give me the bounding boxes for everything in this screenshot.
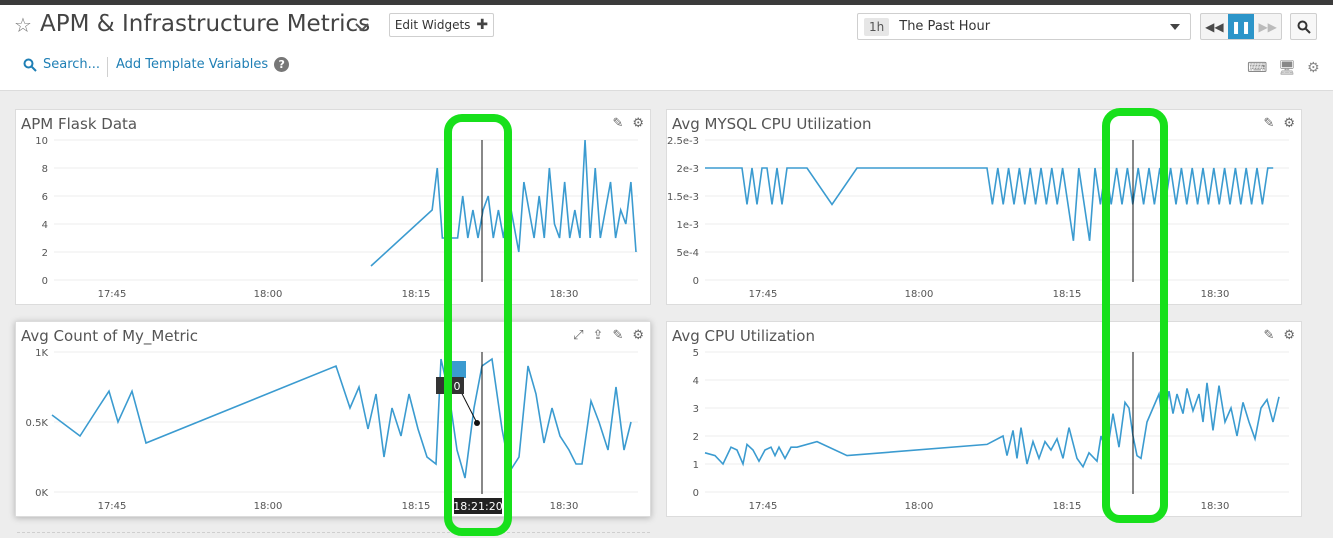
x-tick-label: 17:45 xyxy=(749,501,778,512)
playback-controls: ◀◀ ❚❚ ▶▶ xyxy=(1200,13,1282,40)
y-tick-label: 1 xyxy=(693,460,699,471)
x-tick-label: 18:30 xyxy=(550,289,579,300)
divider xyxy=(107,57,108,77)
add-template-variables-link[interactable]: Add Template Variables ? xyxy=(116,57,290,72)
y-tick-label: 6 xyxy=(42,192,48,203)
y-tick-label: 8 xyxy=(42,164,48,175)
cpu-util-chart: 0 1 2 3 4 5 17:45 18:00 18:15 18:30 xyxy=(693,348,1289,512)
widget-mysql-cpu: Avg MYSQL CPU Utilization ✎ ⚙ 0 5e-4 1e-3 1… xyxy=(666,109,1302,305)
x-tick-label: 18:15 xyxy=(1053,501,1082,512)
widget-my-metric: Avg Count of My_Metric ⤢ ⇪ ✎ ⚙ 0K 0.5K 1K 1… xyxy=(15,321,651,517)
y-tick-label: 2 xyxy=(42,248,48,259)
x-tick-label: 18:00 xyxy=(905,501,934,512)
x-tick-label: 18:00 xyxy=(254,289,283,300)
add-template-variables-label: Add Template Variables xyxy=(116,57,269,72)
x-tick-label: 18:30 xyxy=(1201,501,1230,512)
search-label: Search... xyxy=(43,57,101,72)
zoom-button[interactable] xyxy=(1290,13,1317,40)
x-tick-label: 18:00 xyxy=(905,289,934,300)
highlight-box-left xyxy=(444,114,512,536)
time-range-select[interactable]: 1h The Past Hour xyxy=(857,13,1191,40)
x-tick-label: 18:00 xyxy=(254,501,283,512)
pause-icon[interactable]: ❚❚ xyxy=(1227,14,1255,39)
highlight-box-right xyxy=(1102,108,1168,523)
y-tick-label: 1e-3 xyxy=(677,220,700,231)
y-tick-label: 0 xyxy=(42,276,48,287)
time-range-label: The Past Hour xyxy=(899,19,991,34)
y-tick-label: 0K xyxy=(35,488,48,499)
x-tick-label: 18:15 xyxy=(402,501,431,512)
apm-flask-chart: 0 2 4 6 8 10 17:45 18:00 18:15 18:30 xyxy=(35,136,638,300)
series-line xyxy=(705,167,1274,241)
y-tick-label: 1.5e-3 xyxy=(667,192,699,203)
chevron-down-icon[interactable] xyxy=(352,19,372,35)
y-tick-label: 3 xyxy=(693,404,699,415)
x-tick-label: 17:45 xyxy=(98,501,127,512)
caret-down-icon xyxy=(1170,23,1180,30)
rewind-icon[interactable]: ◀◀ xyxy=(1201,14,1228,39)
x-tick-label: 18:30 xyxy=(1201,289,1230,300)
edit-widgets-label: Edit Widgets xyxy=(394,18,471,32)
header-tools: ⌨ 🖥 ⚙ xyxy=(1247,60,1320,76)
x-tick-label: 18:15 xyxy=(402,289,431,300)
y-tick-label: 2e-3 xyxy=(677,164,700,175)
edit-widgets-button[interactable]: Edit Widgets ✚ xyxy=(389,13,494,37)
mysql-cpu-chart: 0 5e-4 1e-3 1.5e-3 2e-3 2.5e-3 17:45 18:00 18:15… xyxy=(667,136,1289,300)
help-icon[interactable]: ? xyxy=(274,57,290,72)
search-link[interactable]: Search... xyxy=(23,57,100,72)
search-icon xyxy=(23,58,37,72)
y-tick-label: 10 xyxy=(35,136,48,147)
series-line xyxy=(51,357,632,479)
y-tick-label: 0 xyxy=(693,276,699,287)
star-icon[interactable]: ☆ xyxy=(14,15,32,35)
y-tick-label: 2 xyxy=(693,432,699,443)
dashboard-title: APM & Infrastructure Metrics xyxy=(40,11,371,37)
plus-icon: ✚ xyxy=(476,17,489,33)
dashboard-header: ☆ APM & Infrastructure Metrics Edit Widg… xyxy=(0,5,1333,91)
gear-icon[interactable]: ⚙ xyxy=(1307,60,1320,76)
empty-widget-slot xyxy=(17,532,650,538)
my-metric-chart: 0K0.5K1K17:45 18:00 18:15 18:30018:21:20 xyxy=(26,348,638,514)
widget-apm-flask: APM Flask Data ✎ ⚙ 0 2 4 6 8 10 17:45 18:00 18:1… xyxy=(15,109,651,305)
time-range-badge: 1h xyxy=(864,17,890,36)
x-tick-label: 18:30 xyxy=(550,501,579,512)
x-tick-label: 17:45 xyxy=(98,289,127,300)
monitor-icon[interactable]: 🖥 xyxy=(1278,60,1296,76)
y-tick-label: 4 xyxy=(42,220,48,231)
x-tick-label: 18:15 xyxy=(1053,289,1082,300)
widget-cpu-util: Avg CPU Utilization ✎ ⚙ 0 1 2 3 4 5 17:45 18:00… xyxy=(666,321,1302,517)
y-tick-label: 5 xyxy=(693,348,699,359)
fast-forward-icon[interactable]: ▶▶ xyxy=(1254,14,1281,39)
series-line xyxy=(704,382,1280,469)
zoom-icon xyxy=(1297,20,1311,34)
y-tick-label: 5e-4 xyxy=(677,248,700,259)
x-tick-label: 17:45 xyxy=(749,289,778,300)
y-tick-label: 2.5e-3 xyxy=(667,136,699,147)
y-tick-label: 4 xyxy=(693,376,699,387)
y-tick-label: 0 xyxy=(693,488,699,499)
y-tick-label: 1K xyxy=(35,348,48,359)
keyboard-icon[interactable]: ⌨ xyxy=(1247,60,1267,76)
y-tick-label: 0.5K xyxy=(26,418,49,429)
